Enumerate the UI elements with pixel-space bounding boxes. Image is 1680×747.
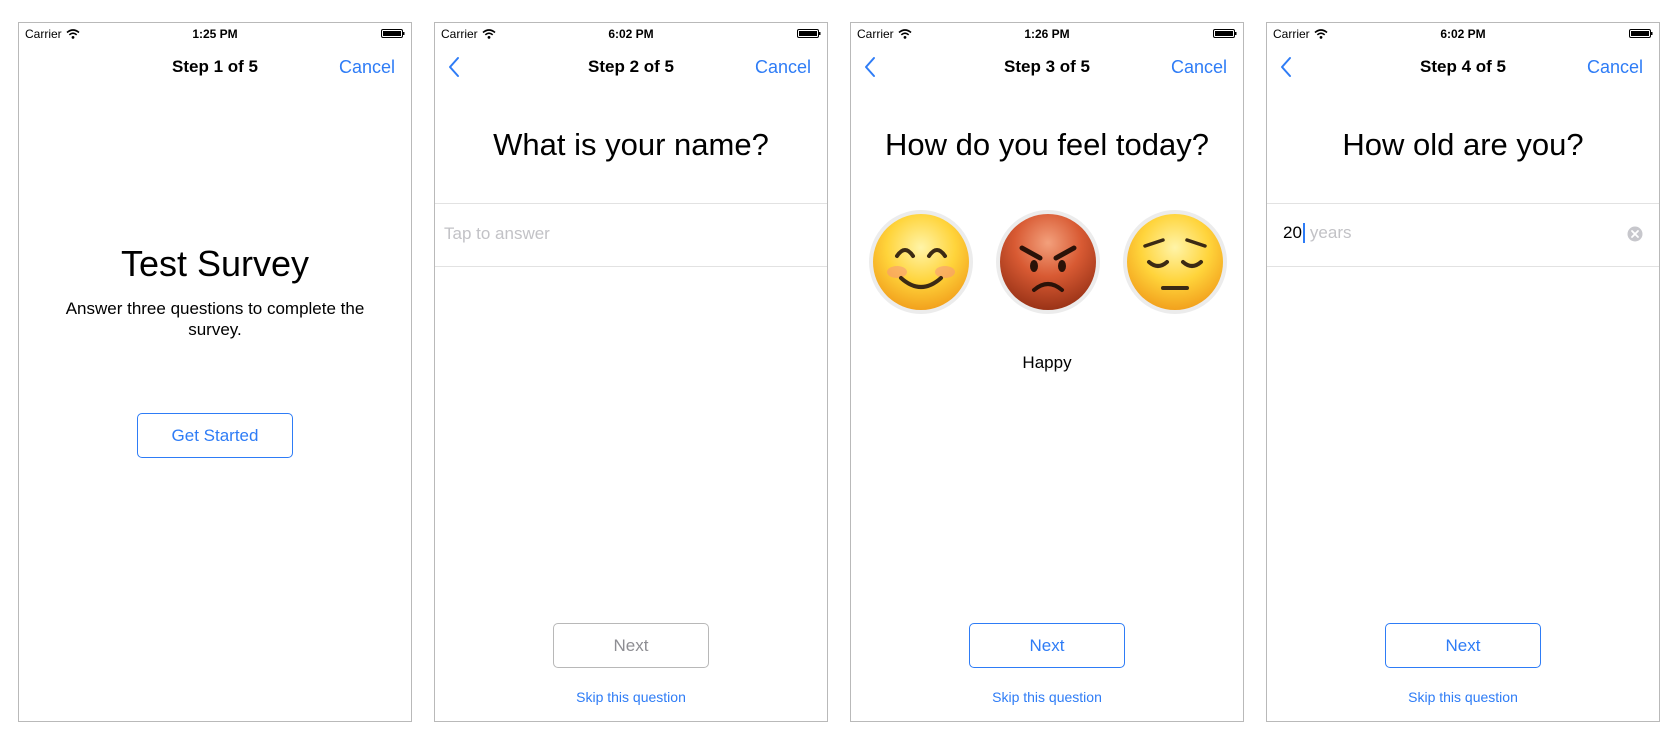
skip-question-link[interactable]: Skip this question bbox=[435, 689, 827, 705]
age-input[interactable]: 20 years bbox=[1283, 223, 1352, 243]
question-title: How old are you? bbox=[1342, 127, 1584, 162]
age-value[interactable]: 20 bbox=[1283, 223, 1302, 243]
status-time: 1:26 PM bbox=[1024, 27, 1070, 41]
battery-icon bbox=[1213, 29, 1237, 38]
sad-face-icon[interactable] bbox=[1121, 208, 1229, 316]
nav-bar: Step 4 of 5 Cancel bbox=[1267, 47, 1659, 91]
name-answer-field[interactable]: Tap to answer bbox=[435, 203, 827, 267]
age-unit-label: years bbox=[1309, 223, 1352, 242]
status-time: 1:25 PM bbox=[192, 27, 238, 41]
nav-bar: Step 2 of 5 Cancel bbox=[435, 47, 827, 91]
skip-question-link[interactable]: Skip this question bbox=[851, 689, 1243, 705]
battery-icon bbox=[797, 29, 821, 38]
survey-description: Answer three questions to complete the s… bbox=[65, 299, 365, 339]
happy-face-icon[interactable] bbox=[867, 208, 975, 316]
answer-placeholder[interactable]: Tap to answer bbox=[444, 224, 550, 244]
age-answer-field[interactable]: 20 years bbox=[1267, 203, 1659, 267]
status-bar: Carrier 6:02 PM bbox=[1267, 23, 1659, 45]
status-bar: Carrier 6:02 PM bbox=[435, 23, 827, 45]
selected-mood-label: Happy bbox=[1022, 353, 1072, 372]
age-question-screen: Carrier 6:02 PM Step 4 of 5 Cancel How o… bbox=[1266, 22, 1660, 722]
cancel-button[interactable]: Cancel bbox=[339, 57, 395, 78]
cancel-button[interactable]: Cancel bbox=[1587, 57, 1643, 78]
angry-face-icon[interactable] bbox=[994, 208, 1102, 316]
nav-bar: Step 3 of 5 Cancel bbox=[851, 47, 1243, 91]
mood-options bbox=[867, 208, 1229, 318]
battery-icon bbox=[381, 29, 405, 38]
intro-screen: Carrier 1:25 PM Step 1 of 5 Cancel Test … bbox=[18, 22, 412, 722]
battery-icon bbox=[1629, 29, 1653, 38]
status-time: 6:02 PM bbox=[1440, 27, 1486, 41]
status-bar: Carrier 1:26 PM bbox=[851, 23, 1243, 45]
mood-question-screen: Carrier 1:26 PM Step 3 of 5 Cancel How d… bbox=[850, 22, 1244, 722]
skip-question-link[interactable]: Skip this question bbox=[1267, 689, 1659, 705]
status-time: 6:02 PM bbox=[608, 27, 654, 41]
get-started-button[interactable]: Get Started bbox=[137, 413, 293, 458]
clear-field-icon[interactable] bbox=[1627, 226, 1643, 242]
survey-title: Test Survey bbox=[120, 243, 310, 284]
question-title: How do you feel today? bbox=[885, 127, 1209, 162]
cancel-button[interactable]: Cancel bbox=[755, 57, 811, 78]
status-bar: Carrier 1:25 PM bbox=[19, 23, 411, 45]
next-button[interactable]: Next bbox=[969, 623, 1125, 668]
nav-bar: Step 1 of 5 Cancel bbox=[19, 47, 411, 91]
question-title: What is your name? bbox=[493, 127, 769, 162]
text-cursor bbox=[1302, 223, 1305, 243]
next-button[interactable]: Next bbox=[1385, 623, 1541, 668]
cancel-button[interactable]: Cancel bbox=[1171, 57, 1227, 78]
name-question-screen: Carrier 6:02 PM Step 2 of 5 Cancel What … bbox=[434, 22, 828, 722]
next-button[interactable]: Next bbox=[553, 623, 709, 668]
